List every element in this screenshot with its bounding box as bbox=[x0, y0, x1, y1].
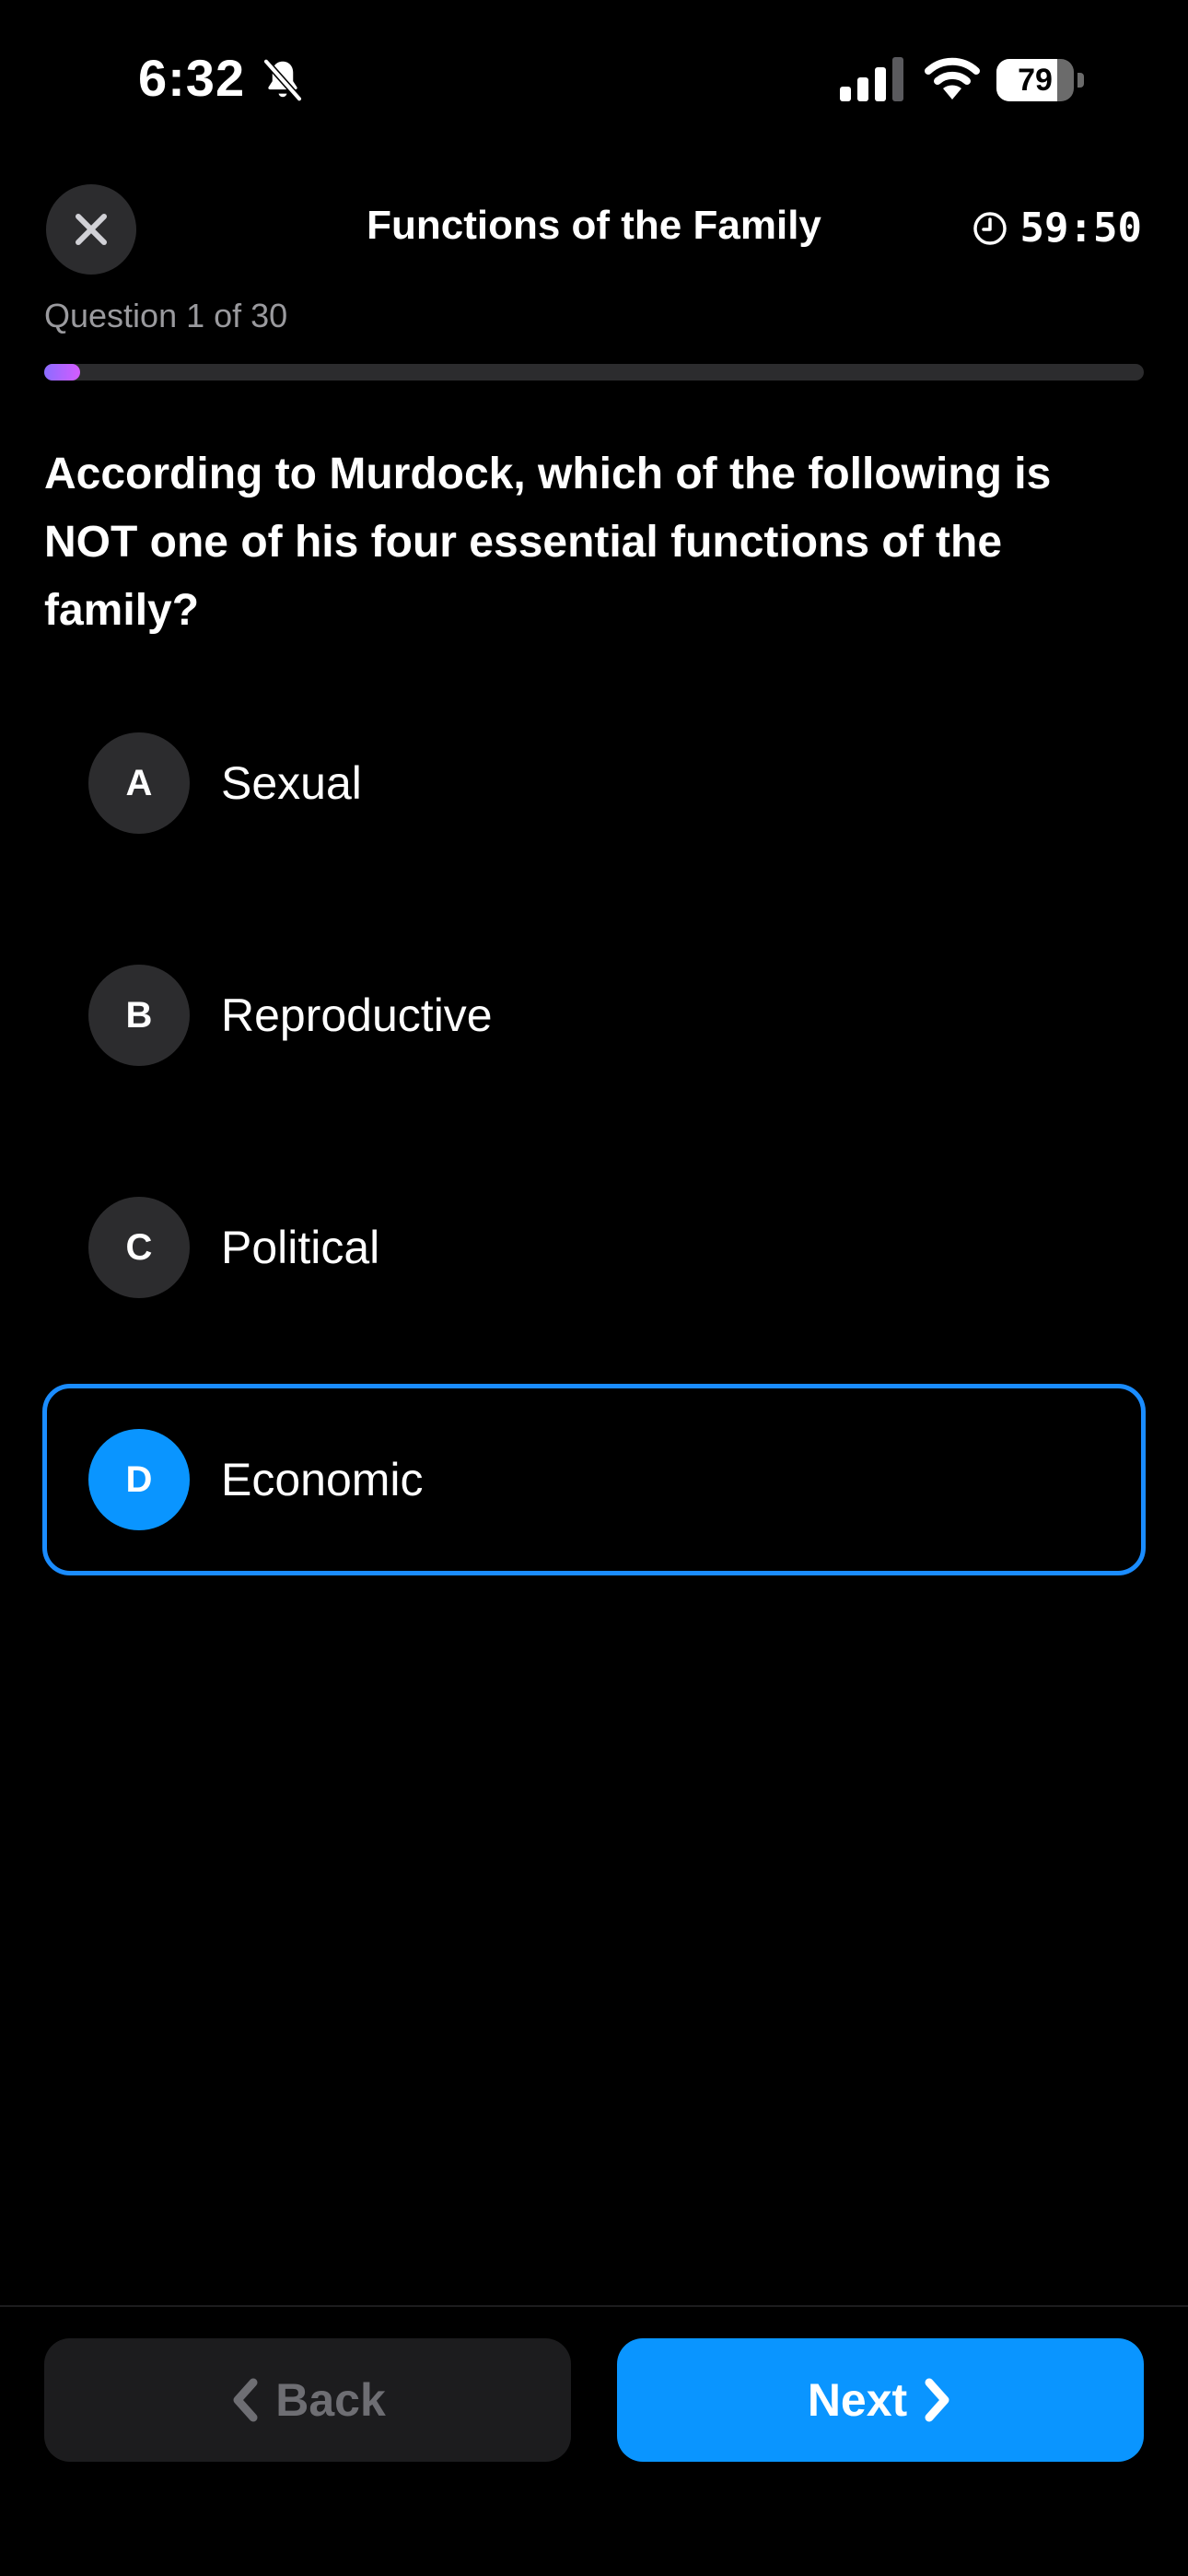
next-button[interactable]: Next bbox=[617, 2338, 1144, 2462]
countdown-timer: 59:50 bbox=[973, 205, 1142, 252]
back-label: Back bbox=[275, 2374, 386, 2426]
next-label: Next bbox=[807, 2374, 908, 2426]
chevron-left-icon bbox=[233, 2378, 258, 2422]
option-label: Political bbox=[221, 1222, 380, 1273]
question-counter: Question 1 of 30 bbox=[44, 297, 288, 334]
answer-option-a[interactable]: A Sexual bbox=[42, 687, 1146, 879]
battery-percent: 79 bbox=[1018, 63, 1053, 98]
option-letter: B bbox=[88, 965, 190, 1066]
timer-text: 59:50 bbox=[1019, 205, 1142, 252]
option-label: Reproductive bbox=[221, 989, 493, 1041]
clock-icon bbox=[973, 211, 1007, 245]
footer-divider bbox=[0, 2305, 1188, 2307]
chevron-right-icon bbox=[925, 2378, 949, 2422]
status-time: 6:32 bbox=[138, 49, 246, 107]
option-letter: D bbox=[88, 1429, 190, 1530]
status-bar: 6:32 79 bbox=[0, 0, 1188, 161]
cellular-signal-icon bbox=[840, 57, 903, 101]
answer-option-b[interactable]: B Reproductive bbox=[42, 919, 1146, 1111]
option-letter: C bbox=[88, 1197, 190, 1298]
answer-option-c[interactable]: C Political bbox=[42, 1152, 1146, 1343]
option-letter: A bbox=[88, 732, 190, 834]
question-text: According to Murdock, which of the follo… bbox=[44, 450, 1052, 635]
option-label: Sexual bbox=[221, 757, 362, 809]
answer-option-d[interactable]: D Economic bbox=[42, 1384, 1146, 1575]
option-label: Economic bbox=[221, 1454, 424, 1505]
back-button[interactable]: Back bbox=[44, 2338, 571, 2462]
battery-indicator: 79 bbox=[996, 59, 1085, 101]
progress-bar bbox=[44, 364, 1144, 381]
bell-slash-icon bbox=[262, 58, 303, 102]
progress-fill bbox=[44, 364, 81, 381]
wifi-icon bbox=[925, 57, 980, 100]
